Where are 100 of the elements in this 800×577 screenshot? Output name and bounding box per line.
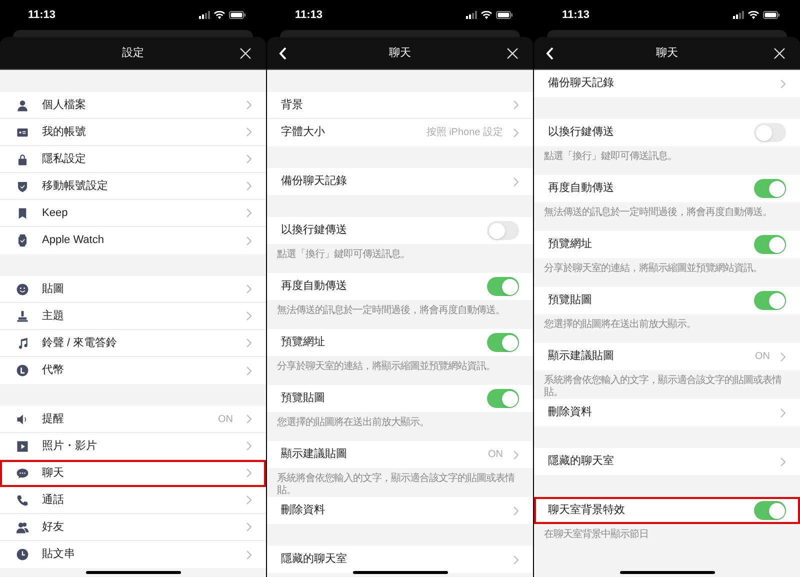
- row-label: 貼文串: [42, 546, 76, 562]
- caption-text: 分享於聊天室的連結，將顯示縮圖並預覽網站資訊。: [543, 262, 764, 276]
- settings-row[interactable]: 字體大小 按照 iPhone 設定: [267, 119, 533, 146]
- status-time: 11:13: [562, 8, 590, 23]
- settings-row[interactable]: Apple Watch: [0, 227, 266, 254]
- settings-row[interactable]: 提醒 ON: [0, 406, 266, 433]
- status-time: 11:13: [295, 8, 323, 23]
- settings-row[interactable]: 代幣: [0, 357, 266, 384]
- settings-row[interactable]: Keep: [0, 200, 266, 227]
- chevron-icon: [246, 284, 252, 294]
- settings-row[interactable]: 移動帳號設定: [0, 173, 266, 200]
- signal-icon: [733, 11, 744, 19]
- close-button[interactable]: [507, 48, 518, 59]
- chevron-icon: [246, 338, 252, 348]
- chevron-icon: [513, 100, 519, 110]
- back-button[interactable]: [279, 47, 289, 61]
- row-value: ON: [755, 350, 770, 364]
- row-label: 移動帳號設定: [42, 178, 109, 194]
- row-label: 預覽網址: [281, 335, 326, 350]
- toggle-switch[interactable]: [754, 501, 786, 520]
- toggle-switch[interactable]: [754, 291, 786, 310]
- header-title: 聊天: [656, 46, 678, 61]
- row-label: 主題: [42, 308, 65, 324]
- header-title: 設定: [122, 46, 144, 61]
- toggle-switch[interactable]: [754, 235, 786, 254]
- settings-row[interactable]: 鈴聲 / 來電答鈴: [0, 330, 266, 357]
- settings-row[interactable]: 隱藏的聊天室: [267, 546, 533, 573]
- row-label: 聊天: [42, 466, 65, 481]
- chevron-icon: [246, 495, 252, 505]
- header-title: 聊天: [389, 46, 411, 61]
- settings-row[interactable]: 貼文串: [0, 541, 266, 568]
- smartwatch-icon: [16, 234, 29, 247]
- person-icon: [16, 98, 29, 112]
- settings-row[interactable]: 備份聊天記錄: [267, 168, 533, 195]
- chevron-icon: [246, 522, 252, 532]
- row-label: Keep: [42, 206, 69, 221]
- row-label: 刪除資料: [548, 405, 593, 420]
- toggle-switch[interactable]: [487, 333, 519, 352]
- row-label: 隱藏的聊天室: [548, 454, 615, 470]
- toggle-switch[interactable]: [487, 221, 519, 240]
- caption-text: 系統將會依您輸入的文字，顯示適合該文字的貼圖或表情貼。: [276, 472, 516, 497]
- settings-row[interactable]: 備份聊天記錄: [534, 70, 800, 97]
- speaker-icon: [16, 412, 29, 426]
- settings-row[interactable]: 顯示建議貼圖 ON: [267, 441, 533, 468]
- wifi-icon: [214, 11, 225, 19]
- settings-row[interactable]: 隱藏的聊天室: [534, 448, 800, 475]
- row-label: Apple Watch: [42, 233, 105, 248]
- row-label: 通話: [42, 492, 65, 508]
- settings-row[interactable]: 通話: [0, 487, 266, 514]
- settings-row[interactable]: 個人檔案: [0, 92, 266, 119]
- chevron-icon: [246, 154, 252, 164]
- signal-icon: [466, 11, 477, 19]
- chevron-icon: [246, 236, 252, 246]
- toggle-switch[interactable]: [754, 123, 786, 142]
- row-label: 顯示建議貼圖: [548, 348, 615, 364]
- row-label: 提醒: [42, 412, 65, 427]
- back-button[interactable]: [546, 47, 556, 61]
- close-button[interactable]: [774, 48, 785, 59]
- settings-row[interactable]: 我的帳號: [0, 119, 266, 146]
- toggle-switch[interactable]: [487, 389, 519, 408]
- caption-text: 無法傳送的訊息於一定時間過後，將會再度自動傳送。: [276, 304, 506, 318]
- settings-row[interactable]: 背景: [267, 92, 533, 119]
- bookmark-icon: [16, 206, 29, 220]
- settings-row[interactable]: 刪除資料: [267, 497, 533, 524]
- chevron-icon: [246, 100, 252, 110]
- chevron-icon: [246, 414, 252, 424]
- row-label: 背景: [281, 98, 304, 113]
- chevron-icon: [513, 554, 519, 564]
- caption-text: 您選擇的貼圖將在送出前放大顯示。: [276, 416, 430, 430]
- settings-row[interactable]: 聊天: [0, 460, 266, 487]
- clock-icon: [16, 548, 29, 561]
- settings-row[interactable]: 貼圖: [0, 276, 266, 303]
- row-label: 隱藏的聊天室: [281, 552, 348, 568]
- shield-check-icon: [16, 180, 29, 192]
- row-label: 再度自動傳送: [548, 180, 615, 196]
- settings-row[interactable]: 隱私設定: [0, 146, 266, 173]
- row-value: ON: [488, 448, 503, 462]
- row-label: 預覽貼圖: [281, 391, 326, 406]
- settings-row[interactable]: 刪除資料: [534, 399, 800, 426]
- coin-icon: [16, 364, 29, 377]
- close-button[interactable]: [240, 48, 251, 59]
- row-label: 代幣: [42, 363, 65, 378]
- chevron-icon: [246, 441, 252, 451]
- toggle-switch[interactable]: [754, 179, 786, 198]
- row-label: 好友: [42, 520, 65, 535]
- row-label: 預覽網址: [548, 237, 593, 252]
- settings-row[interactable]: 照片・影片: [0, 433, 266, 460]
- settings-row[interactable]: 顯示建議貼圖 ON: [534, 343, 800, 370]
- row-label: 刪除資料: [281, 503, 326, 518]
- row-label: 再度自動傳送: [281, 278, 348, 294]
- caption-text: 系統將會依您輸入的文字，顯示適合該文字的貼圖或表情貼。: [543, 374, 783, 399]
- settings-row[interactable]: 主題: [0, 303, 266, 330]
- toggle-switch[interactable]: [487, 277, 519, 296]
- row-label: 預覽貼圖: [548, 293, 593, 308]
- row-label: 鈴聲 / 來電答鈴: [42, 336, 118, 351]
- row-label: 我的帳號: [42, 124, 87, 140]
- row-label: 以換行鍵傳送: [281, 223, 348, 238]
- row-label: 照片・影片: [42, 438, 98, 454]
- music-note-icon: [16, 336, 29, 350]
- settings-row[interactable]: 好友: [0, 514, 266, 541]
